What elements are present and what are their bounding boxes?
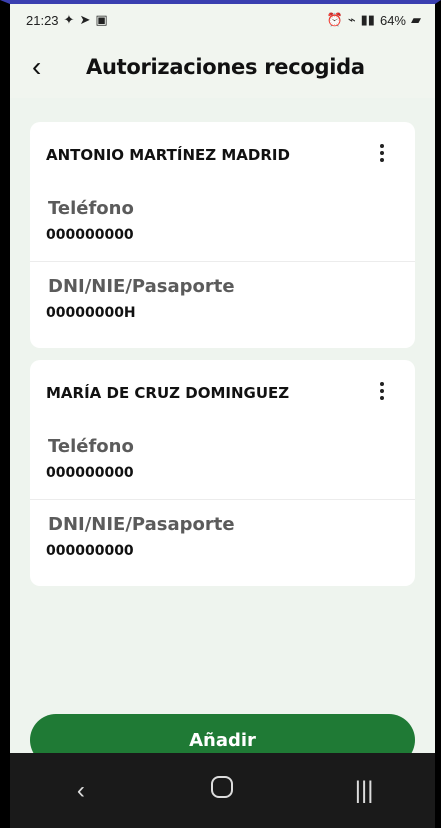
status-bar: 21:23 ✦ ➤ ▣ ⏰ ⌁ ▮▮ 64% ▰	[10, 4, 435, 36]
time: 21:23	[26, 12, 59, 28]
phone-screen: 21:23 ✦ ➤ ▣ ⏰ ⌁ ▮▮ 64% ▰ ‹ Autorizacione…	[0, 0, 441, 828]
system-nav-bar: ‹ |||	[10, 753, 435, 828]
back-icon: ‹	[32, 51, 42, 82]
authorized-name: MARÍA DE CRUZ DOMINGUEZ	[46, 384, 290, 402]
phone-value: 000000000	[46, 227, 134, 243]
status-right: ⏰ ⌁ ▮▮ 64% ▰	[327, 12, 421, 28]
id-label: DNI/NIE/Pasaporte	[48, 276, 235, 297]
status-left: 21:23 ✦ ➤ ▣	[26, 12, 108, 28]
back-button[interactable]: ‹	[32, 53, 68, 81]
gallery-icon: ▣	[95, 12, 108, 27]
card-header: MARÍA DE CRUZ DOMINGUEZ	[30, 360, 415, 426]
back-nav-icon[interactable]: ‹	[41, 777, 121, 805]
phone-value: 000000000	[46, 465, 134, 481]
authorization-list[interactable]: ANTONIO MARTÍNEZ MADRID Teléfono 0000000…	[10, 98, 435, 753]
id-value: 00000000H	[46, 305, 136, 321]
phone-label: Teléfono	[48, 436, 134, 457]
home-nav-icon[interactable]	[182, 776, 262, 805]
wifi-icon: ⌁	[347, 12, 356, 27]
battery-icon: ▰	[411, 12, 421, 27]
page-title: Autorizaciones recogida	[86, 55, 365, 79]
kebab-menu-icon	[380, 144, 384, 148]
id-label: DNI/NIE/Pasaporte	[48, 514, 235, 535]
location-icon: ✦	[63, 12, 75, 27]
more-options-button[interactable]	[377, 144, 387, 162]
card-header: ANTONIO MARTÍNEZ MADRID	[30, 122, 415, 188]
signal-icon: ▮▮	[360, 12, 375, 27]
alarm-icon: ⏰	[326, 12, 343, 27]
phone-label: Teléfono	[48, 198, 134, 219]
id-field: DNI/NIE/Pasaporte 000000000	[30, 500, 415, 559]
phone-field: Teléfono 000000000	[30, 188, 415, 262]
kebab-menu-icon	[380, 382, 384, 386]
more-options-button[interactable]	[377, 382, 387, 400]
authorization-card[interactable]: MARÍA DE CRUZ DOMINGUEZ Teléfono 0000000…	[30, 360, 415, 586]
id-field: DNI/NIE/Pasaporte 00000000H	[30, 262, 415, 321]
app-bar: ‹ Autorizaciones recogida	[10, 36, 435, 98]
battery-level: 64%	[379, 12, 406, 28]
authorization-card[interactable]: ANTONIO MARTÍNEZ MADRID Teléfono 0000000…	[30, 122, 415, 348]
phone-field: Teléfono 000000000	[30, 426, 415, 500]
recents-nav-icon[interactable]: |||	[324, 777, 404, 805]
authorized-name: ANTONIO MARTÍNEZ MADRID	[46, 146, 290, 164]
id-value: 000000000	[46, 543, 134, 559]
navigation-icon: ➤	[79, 12, 91, 27]
